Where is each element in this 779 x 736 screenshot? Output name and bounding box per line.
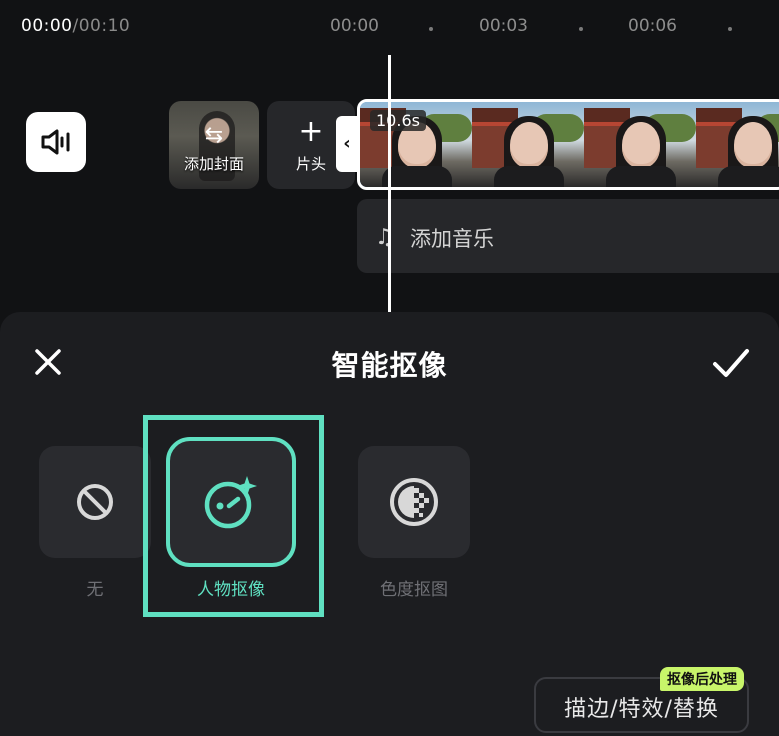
playback-time: 00:00/00:10 bbox=[21, 16, 130, 36]
total-time: /00:10 bbox=[72, 16, 131, 36]
add-music-label: 添加音乐 bbox=[410, 227, 494, 251]
add-cover-label: 添加封面 bbox=[183, 155, 244, 173]
speaker-icon bbox=[41, 129, 70, 155]
option-chroma-key-label: 色度抠图 bbox=[380, 580, 448, 600]
timeline-area: 00:00/00:10 00:00 00:03 00:06 ⇆ 添加封面 + 片… bbox=[0, 0, 779, 330]
option-portrait-cutout-label: 人物抠像 bbox=[197, 580, 265, 600]
ban-icon bbox=[77, 484, 113, 520]
clip-frame bbox=[696, 102, 779, 187]
chroma-key-icon bbox=[390, 478, 438, 526]
original-audio-button[interactable] bbox=[26, 112, 86, 172]
ruler-label: 00:06 bbox=[628, 16, 677, 36]
portrait-cutout-icon bbox=[204, 476, 257, 529]
clip-trim-handle[interactable]: ‹ bbox=[336, 116, 358, 172]
music-note-icon: ♫ bbox=[375, 225, 395, 250]
option-portrait-cutout-button[interactable] bbox=[166, 437, 296, 567]
ruler-dot bbox=[429, 27, 433, 31]
checkmark-icon[interactable] bbox=[710, 344, 752, 382]
clip-frame bbox=[584, 102, 696, 187]
add-cover-button[interactable]: ⇆ 添加封面 bbox=[169, 101, 259, 189]
ruler-label: 00:03 bbox=[479, 16, 528, 36]
ruler-label: 00:00 bbox=[330, 16, 379, 36]
panel-title: 智能抠像 bbox=[331, 349, 448, 382]
video-clip[interactable]: 10.6s bbox=[357, 99, 779, 190]
swap-icon: ⇆ bbox=[204, 123, 224, 148]
option-none-button[interactable] bbox=[39, 446, 151, 558]
playhead[interactable] bbox=[388, 55, 391, 313]
add-music-track[interactable]: ♫ 添加音乐 bbox=[357, 199, 779, 273]
clip-frame bbox=[472, 102, 584, 187]
ruler-dot bbox=[728, 27, 732, 31]
clip-duration-badge: 10.6s bbox=[370, 110, 426, 131]
post-process-badge: 抠像后处理 bbox=[660, 667, 744, 691]
current-time: 00:00 bbox=[21, 16, 73, 36]
ruler-dot bbox=[579, 27, 583, 31]
option-chroma-key-button[interactable] bbox=[358, 446, 470, 558]
post-process-label: 描边/特效/替换 bbox=[564, 697, 719, 722]
